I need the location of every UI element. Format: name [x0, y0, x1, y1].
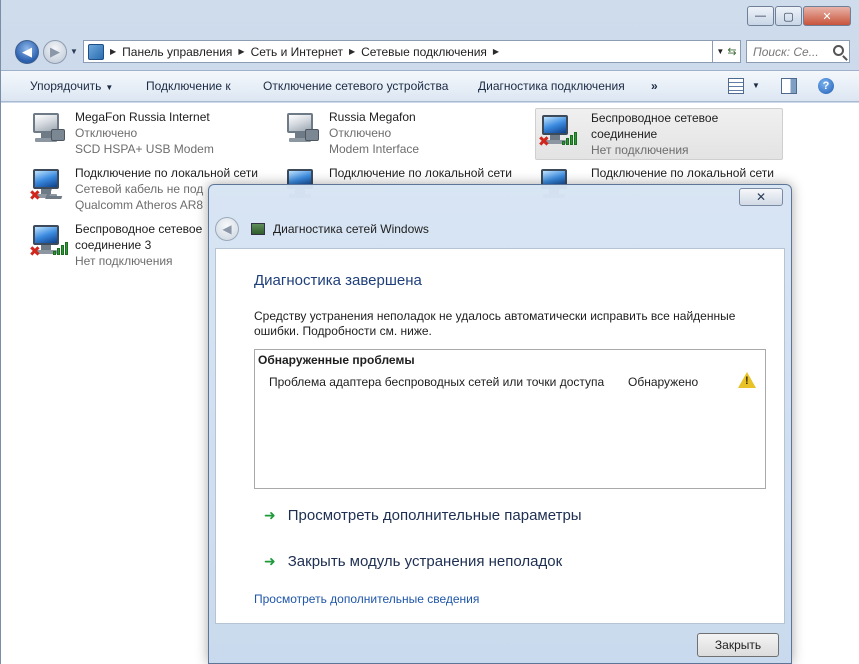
- connection-name: Беспроводное сетевое: [591, 111, 719, 125]
- chevron-right-icon[interactable]: ▶: [493, 47, 499, 56]
- title-bar: — ▢ ✕: [1, 0, 859, 34]
- view-more-options-label: Просмотреть дополнительные параметры: [287, 507, 582, 524]
- search-input[interactable]: Поиск: Се...: [746, 40, 850, 63]
- connection-item-megafon-internet[interactable]: MegaFon Russia Internet Отключено SCD HS…: [29, 109, 259, 161]
- error-x-icon: ✖: [29, 243, 41, 259]
- modem-connection-icon: [29, 109, 65, 145]
- refresh-icon[interactable]: ⇆: [727, 45, 736, 58]
- connection-item-russia-megafon[interactable]: Russia Megafon Отключено Modem Interface: [283, 109, 513, 161]
- chevron-right-icon[interactable]: ▶: [238, 47, 244, 56]
- organize-label: Упорядочить: [30, 79, 102, 93]
- view-more-options-link[interactable]: ➜ Просмотреть дополнительные параметры: [264, 507, 582, 524]
- wireless-connection-icon: ✖: [538, 111, 577, 149]
- address-bar[interactable]: ▶ Панель управления ▶ Сеть и Интернет ▶ …: [83, 40, 713, 63]
- dialog-close-button[interactable]: ✕: [739, 188, 783, 206]
- address-row: ◀ ▶ ▼ ▶ Панель управления ▶ Сеть и Интер…: [1, 36, 859, 66]
- dialog-body: Диагностика завершена Средству устранени…: [215, 248, 785, 624]
- error-x-icon: ✖: [29, 187, 41, 203]
- breadcrumb-network-connections[interactable]: Сетевые подключения: [361, 45, 487, 59]
- search-placeholder: Поиск: Се...: [753, 44, 819, 59]
- diagnostics-description: Средству устранения неполадок не удалось…: [254, 309, 736, 338]
- view-dropdown-icon[interactable]: ▼: [752, 81, 760, 90]
- diagnostics-app-icon: [251, 223, 265, 235]
- green-arrow-icon: ➜: [264, 553, 276, 569]
- connection-name: Подключение по локальной сети: [591, 166, 774, 180]
- connection-name-line2: соединение: [591, 127, 658, 141]
- close-window-button[interactable]: ✕: [803, 6, 851, 26]
- close-button[interactable]: Закрыть: [697, 633, 779, 657]
- connection-status: Отключено: [329, 126, 392, 140]
- connection-device: SCD HSPA+ USB Modem: [75, 142, 214, 156]
- close-troubleshooter-label: Закрыть модуль устранения неполадок: [287, 553, 563, 570]
- connection-status: Отключено: [75, 126, 138, 140]
- connection-item-wireless-3[interactable]: ✖ Беспроводное сетевое соединение 3 Нет …: [29, 221, 209, 273]
- wireless-connection-icon: ✖: [29, 221, 68, 259]
- chevron-right-icon[interactable]: ▶: [349, 47, 355, 56]
- diagnostics-heading: Диагностика завершена: [254, 272, 422, 289]
- more-commands-button[interactable]: »: [651, 79, 658, 93]
- connection-name: Подключение по локальной сети: [75, 166, 258, 180]
- back-arrow-icon: ◀: [222, 222, 232, 236]
- address-controls: ▼ ⇆: [713, 40, 741, 63]
- close-troubleshooter-link[interactable]: ➜ Закрыть модуль устранения неполадок: [264, 553, 562, 570]
- dialog-back-button[interactable]: ◀: [215, 217, 239, 241]
- more-info-link[interactable]: Просмотреть дополнительные сведения: [254, 592, 479, 606]
- chevron-right-icon[interactable]: ▶: [110, 47, 116, 56]
- error-x-icon: ✖: [538, 133, 550, 149]
- help-icon[interactable]: ?: [818, 78, 834, 94]
- preview-pane-icon[interactable]: [781, 78, 797, 94]
- history-dropdown[interactable]: ▼: [70, 47, 78, 56]
- warning-icon: [738, 372, 756, 388]
- address-dropdown-icon[interactable]: ▼: [716, 47, 724, 56]
- diagnose-button[interactable]: Диагностика подключения: [478, 79, 625, 93]
- connection-item-wireless[interactable]: ✖ Беспроводное сетевое соединение Нет по…: [535, 108, 783, 160]
- connection-status: Нет подключения: [591, 143, 689, 157]
- maximize-button[interactable]: ▢: [775, 6, 802, 26]
- change-view-icon[interactable]: [728, 78, 744, 94]
- modem-connection-icon: [283, 109, 319, 145]
- dialog-title: Диагностика сетей Windows: [273, 222, 429, 236]
- search-icon[interactable]: [833, 45, 844, 56]
- problem-status: Обнаружено: [628, 375, 699, 389]
- lan-connection-icon: ✖: [29, 165, 65, 203]
- back-arrow-icon: ◀: [22, 44, 32, 59]
- breadcrumb-control-panel[interactable]: Панель управления: [122, 45, 232, 59]
- connection-status: Нет подключения: [75, 254, 173, 268]
- connection-name-line2: соединение 3: [75, 238, 152, 252]
- connection-device: Modem Interface: [329, 142, 420, 156]
- dialog-header: ◀ Диагностика сетей Windows: [215, 215, 785, 243]
- problems-list: Обнаруженные проблемы Проблема адаптера …: [254, 349, 766, 489]
- dialog-footer: Закрыть: [215, 625, 785, 664]
- chevron-down-icon: ▼: [105, 83, 114, 92]
- problem-name[interactable]: Проблема адаптера беспроводных сетей или…: [269, 375, 604, 389]
- back-button[interactable]: ◀: [15, 40, 39, 64]
- disable-device-button[interactable]: Отключение сетевого устройства: [263, 79, 448, 93]
- minimize-button[interactable]: —: [747, 6, 774, 26]
- problems-header: Обнаруженные проблемы: [258, 353, 415, 367]
- forward-button[interactable]: ▶: [43, 40, 67, 64]
- connect-to-button[interactable]: Подключение к: [146, 79, 231, 93]
- connection-name: Беспроводное сетевое: [75, 222, 203, 236]
- organize-menu[interactable]: Упорядочить ▼: [30, 79, 113, 93]
- breadcrumb-network-internet[interactable]: Сеть и Интернет: [251, 45, 343, 59]
- command-bar: Упорядочить ▼ Подключение к Отключение се…: [1, 70, 859, 102]
- connection-name: MegaFon Russia Internet: [75, 110, 210, 124]
- connection-name: Russia Megafon: [329, 110, 416, 124]
- network-diagnostics-dialog: ✕ ◀ Диагностика сетей Windows Диагностик…: [208, 184, 792, 664]
- forward-arrow-icon: ▶: [50, 44, 60, 59]
- control-panel-icon: [88, 43, 104, 60]
- green-arrow-icon: ➜: [264, 507, 276, 523]
- connection-name: Подключение по локальной сети: [329, 166, 512, 180]
